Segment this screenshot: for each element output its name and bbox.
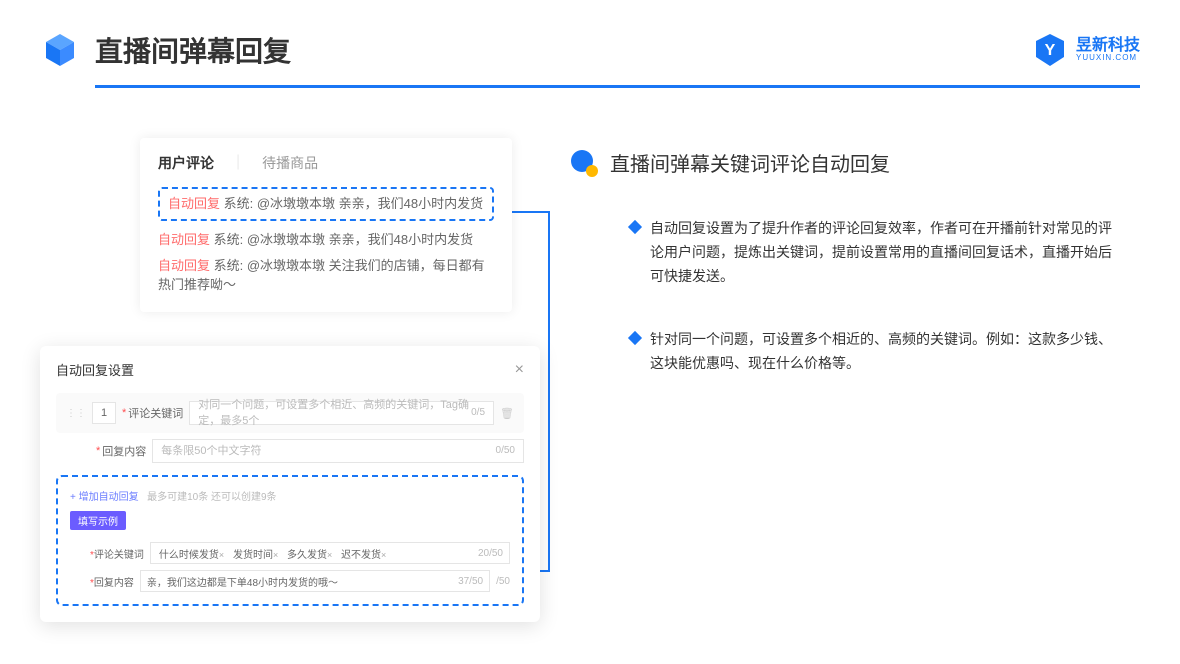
connector-line bbox=[512, 211, 550, 213]
close-icon[interactable]: × bbox=[515, 361, 524, 379]
example-block: + 增加自动回复 最多可建10条 还可以创建9条 填写示例 *评论关键词 什么时… bbox=[56, 475, 524, 606]
add-reply-note: 最多可建10条 还可以创建9条 bbox=[147, 492, 276, 503]
keyword-tag[interactable]: 发货时间× bbox=[231, 546, 280, 561]
section-header: 直播间弹幕关键词评论自动回复 bbox=[570, 148, 1140, 177]
settings-title: 自动回复设置 bbox=[56, 360, 134, 379]
example-keyword-input[interactable]: 什么时候发货× 发货时间× 多久发货× 迟不发货× 20/50 bbox=[150, 542, 510, 564]
auto-reply-tag: 自动回复 bbox=[158, 258, 210, 273]
trash-icon[interactable]: 🗑 bbox=[500, 407, 514, 420]
diamond-icon bbox=[628, 331, 642, 345]
auto-reply-tag: 自动回复 bbox=[168, 196, 220, 211]
header: 直播间弹幕回复 Y 昱新科技 YUUXIN.COM bbox=[0, 0, 1180, 70]
comment-tabs: 用户评论 | 待播商品 bbox=[158, 153, 494, 173]
section-title: 直播间弹幕关键词评论自动回复 bbox=[610, 148, 890, 177]
left-column: 用户评论 | 待播商品 自动回复 系统: @冰墩墩本墩 亲亲，我们48小时内发货… bbox=[40, 138, 530, 416]
example-keyword-row: *评论关键词 什么时候发货× 发货时间× 多久发货× 迟不发货× 20/50 bbox=[70, 542, 510, 564]
settings-panel: 自动回复设置 × ⋮⋮ 1 *评论关键词 对同一个问题，可设置多个相近、高频的关… bbox=[40, 346, 540, 622]
connector-line bbox=[548, 211, 550, 571]
bullet-item: 针对同一个问题，可设置多个相近的、高频的关键词。例如：这款多少钱、这块能优惠吗、… bbox=[570, 328, 1140, 376]
comment-panel: 用户评论 | 待播商品 自动回复 系统: @冰墩墩本墩 亲亲，我们48小时内发货… bbox=[140, 138, 512, 312]
content: 用户评论 | 待播商品 自动回复 系统: @冰墩墩本墩 亲亲，我们48小时内发货… bbox=[0, 88, 1180, 416]
diamond-icon bbox=[628, 220, 642, 234]
comment-text: 系统: @冰墩墩本墩 亲亲，我们48小时内发货 bbox=[210, 232, 473, 247]
bullet-item: 自动回复设置为了提升作者的评论回复效率，作者可在开播前针对常见的评论用户问题，提… bbox=[570, 217, 1140, 288]
tab-products[interactable]: 待播商品 bbox=[262, 153, 318, 173]
content-field: *回复内容 每条限50个中文字符 0/50 bbox=[56, 439, 524, 463]
header-left: 直播间弹幕回复 bbox=[40, 30, 291, 70]
page-title: 直播间弹幕回复 bbox=[95, 30, 291, 70]
bubble-icon bbox=[570, 149, 598, 177]
comment-row: 自动回复 系统: @冰墩墩本墩 关注我们的店铺，每日都有热门推荐呦～ bbox=[158, 257, 494, 293]
tab-user-comments[interactable]: 用户评论 bbox=[158, 153, 214, 173]
example-badge: 填写示例 bbox=[70, 511, 126, 530]
outer-count: /50 bbox=[496, 576, 510, 587]
keyword-label: *评论关键词 bbox=[122, 405, 183, 421]
right-column: 直播间弹幕关键词评论自动回复 自动回复设置为了提升作者的评论回复效率，作者可在开… bbox=[570, 138, 1140, 416]
brand-icon: Y bbox=[1032, 32, 1068, 68]
keyword-tag[interactable]: 什么时候发货× bbox=[157, 546, 226, 561]
brand-name-cn: 昱新科技 bbox=[1076, 38, 1140, 54]
brand-name-en: YUUXIN.COM bbox=[1076, 54, 1140, 62]
bullet-text: 自动回复设置为了提升作者的评论回复效率，作者可在开播前针对常见的评论用户问题，提… bbox=[650, 217, 1120, 288]
add-reply-link[interactable]: + 增加自动回复 bbox=[70, 492, 139, 503]
svg-text:Y: Y bbox=[1045, 42, 1056, 59]
example-content-row: *回复内容 亲，我们这边都是下单48小时内发货的哦～ 37/50 /50 bbox=[70, 570, 510, 592]
content-label: *回复内容 bbox=[96, 443, 146, 459]
comment-text: 系统: @冰墩墩本墩 亲亲，我们48小时内发货 bbox=[220, 196, 483, 211]
keyword-tag[interactable]: 迟不发货× bbox=[339, 546, 388, 561]
field-block: ⋮⋮ 1 *评论关键词 对同一个问题，可设置多个相近、高频的关键词，Tag确定，… bbox=[56, 393, 524, 433]
drag-handle-icon[interactable]: ⋮⋮ bbox=[66, 408, 86, 419]
highlighted-comment: 自动回复 系统: @冰墩墩本墩 亲亲，我们48小时内发货 bbox=[158, 187, 494, 221]
comment-row: 自动回复 系统: @冰墩墩本墩 亲亲，我们48小时内发货 bbox=[158, 231, 494, 249]
keyword-input[interactable]: 对同一个问题，可设置多个相近、高频的关键词，Tag确定，最多5个 0/5 bbox=[189, 401, 494, 425]
index-badge: 1 bbox=[92, 402, 116, 424]
auto-reply-tag: 自动回复 bbox=[158, 232, 210, 247]
settings-header: 自动回复设置 × bbox=[56, 360, 524, 379]
tab-divider: | bbox=[236, 153, 240, 173]
keyword-tag[interactable]: 多久发货× bbox=[285, 546, 334, 561]
bullet-text: 针对同一个问题，可设置多个相近的、高频的关键词。例如：这款多少钱、这块能优惠吗、… bbox=[650, 328, 1120, 376]
cube-icon bbox=[40, 30, 80, 70]
brand-logo: Y 昱新科技 YUUXIN.COM bbox=[1032, 32, 1140, 68]
example-content-input[interactable]: 亲，我们这边都是下单48小时内发货的哦～ 37/50 bbox=[140, 570, 490, 592]
content-input[interactable]: 每条限50个中文字符 0/50 bbox=[152, 439, 524, 463]
